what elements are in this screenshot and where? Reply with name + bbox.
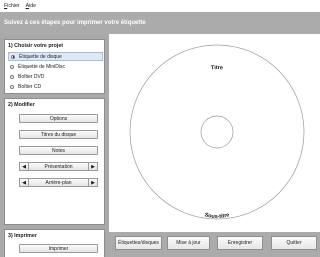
disc-titles-button[interactable]: Titres du disque	[19, 130, 98, 139]
print-title: 3) Imprimer	[8, 233, 37, 239]
labels-discs-button[interactable]: Étiquettes/disques	[115, 236, 162, 250]
project-option-dvd-case[interactable]: Boîtier DVD	[8, 72, 103, 81]
disc-hub	[200, 115, 234, 149]
banner-title: Suivez à ces étapes pour imprimer votre …	[4, 20, 146, 26]
quit-button[interactable]: Quitter	[271, 236, 317, 250]
background-next-button[interactable]: ▶	[88, 178, 98, 187]
presentation-next-button[interactable]: ▶	[88, 162, 98, 171]
background-selector: ◀ Arrière-plan ▶	[19, 178, 98, 187]
update-button[interactable]: Mise à jour	[167, 236, 210, 250]
presentation-prev-button[interactable]: ◀	[19, 162, 29, 171]
steps-sidebar: 1) Choisir votre projet Étiquette de dis…	[0, 34, 109, 257]
background-prev-button[interactable]: ◀	[19, 178, 29, 187]
project-option-disc-label[interactable]: Étiquette de disque	[8, 52, 103, 61]
project-option-label: Étiquette de MiniDisc	[18, 63, 65, 70]
project-option-label: Étiquette de disque	[19, 53, 62, 60]
edit-panel: 2) Modifier Options Titres du disque Not…	[4, 98, 105, 225]
disc-title-text[interactable]: Titre	[211, 65, 224, 71]
choose-project-panel: 1) Choisir votre projet Étiquette de dis…	[4, 39, 105, 94]
edit-title: 2) Modifier	[8, 102, 35, 108]
presentation-selector: ◀ Présentation ▶	[19, 162, 98, 171]
menu-file[interactable]: Fichier	[4, 3, 20, 9]
radio-icon	[10, 64, 14, 69]
menu-bar: Fichier Aide	[0, 0, 320, 12]
presentation-label[interactable]: Présentation	[29, 162, 88, 171]
disc-preview: Titre Sous-titre	[129, 44, 305, 220]
print-panel: 3) Imprimer Imprimer	[4, 229, 105, 257]
label-preview-area: Titre Sous-titre	[109, 34, 320, 232]
choose-project-title: 1) Choisir votre projet	[8, 43, 64, 49]
save-button[interactable]: Enregistrer	[217, 236, 263, 250]
options-button[interactable]: Options	[19, 114, 98, 123]
print-button[interactable]: Imprimer	[19, 244, 98, 253]
project-option-cd-case[interactable]: Boîtier CD	[8, 82, 103, 91]
radio-selected-icon	[11, 54, 15, 59]
radio-icon	[10, 74, 14, 79]
instruction-banner: Suivez à ces étapes pour imprimer votre …	[0, 12, 320, 34]
menu-help[interactable]: Aide	[26, 3, 36, 9]
project-option-label: Boîtier CD	[18, 83, 42, 90]
radio-icon	[10, 84, 14, 89]
project-option-label: Boîtier DVD	[18, 73, 45, 80]
project-option-minidisc[interactable]: Étiquette de MiniDisc	[8, 62, 103, 71]
notes-button[interactable]: Notes	[19, 146, 98, 155]
background-label[interactable]: Arrière-plan	[29, 178, 88, 187]
